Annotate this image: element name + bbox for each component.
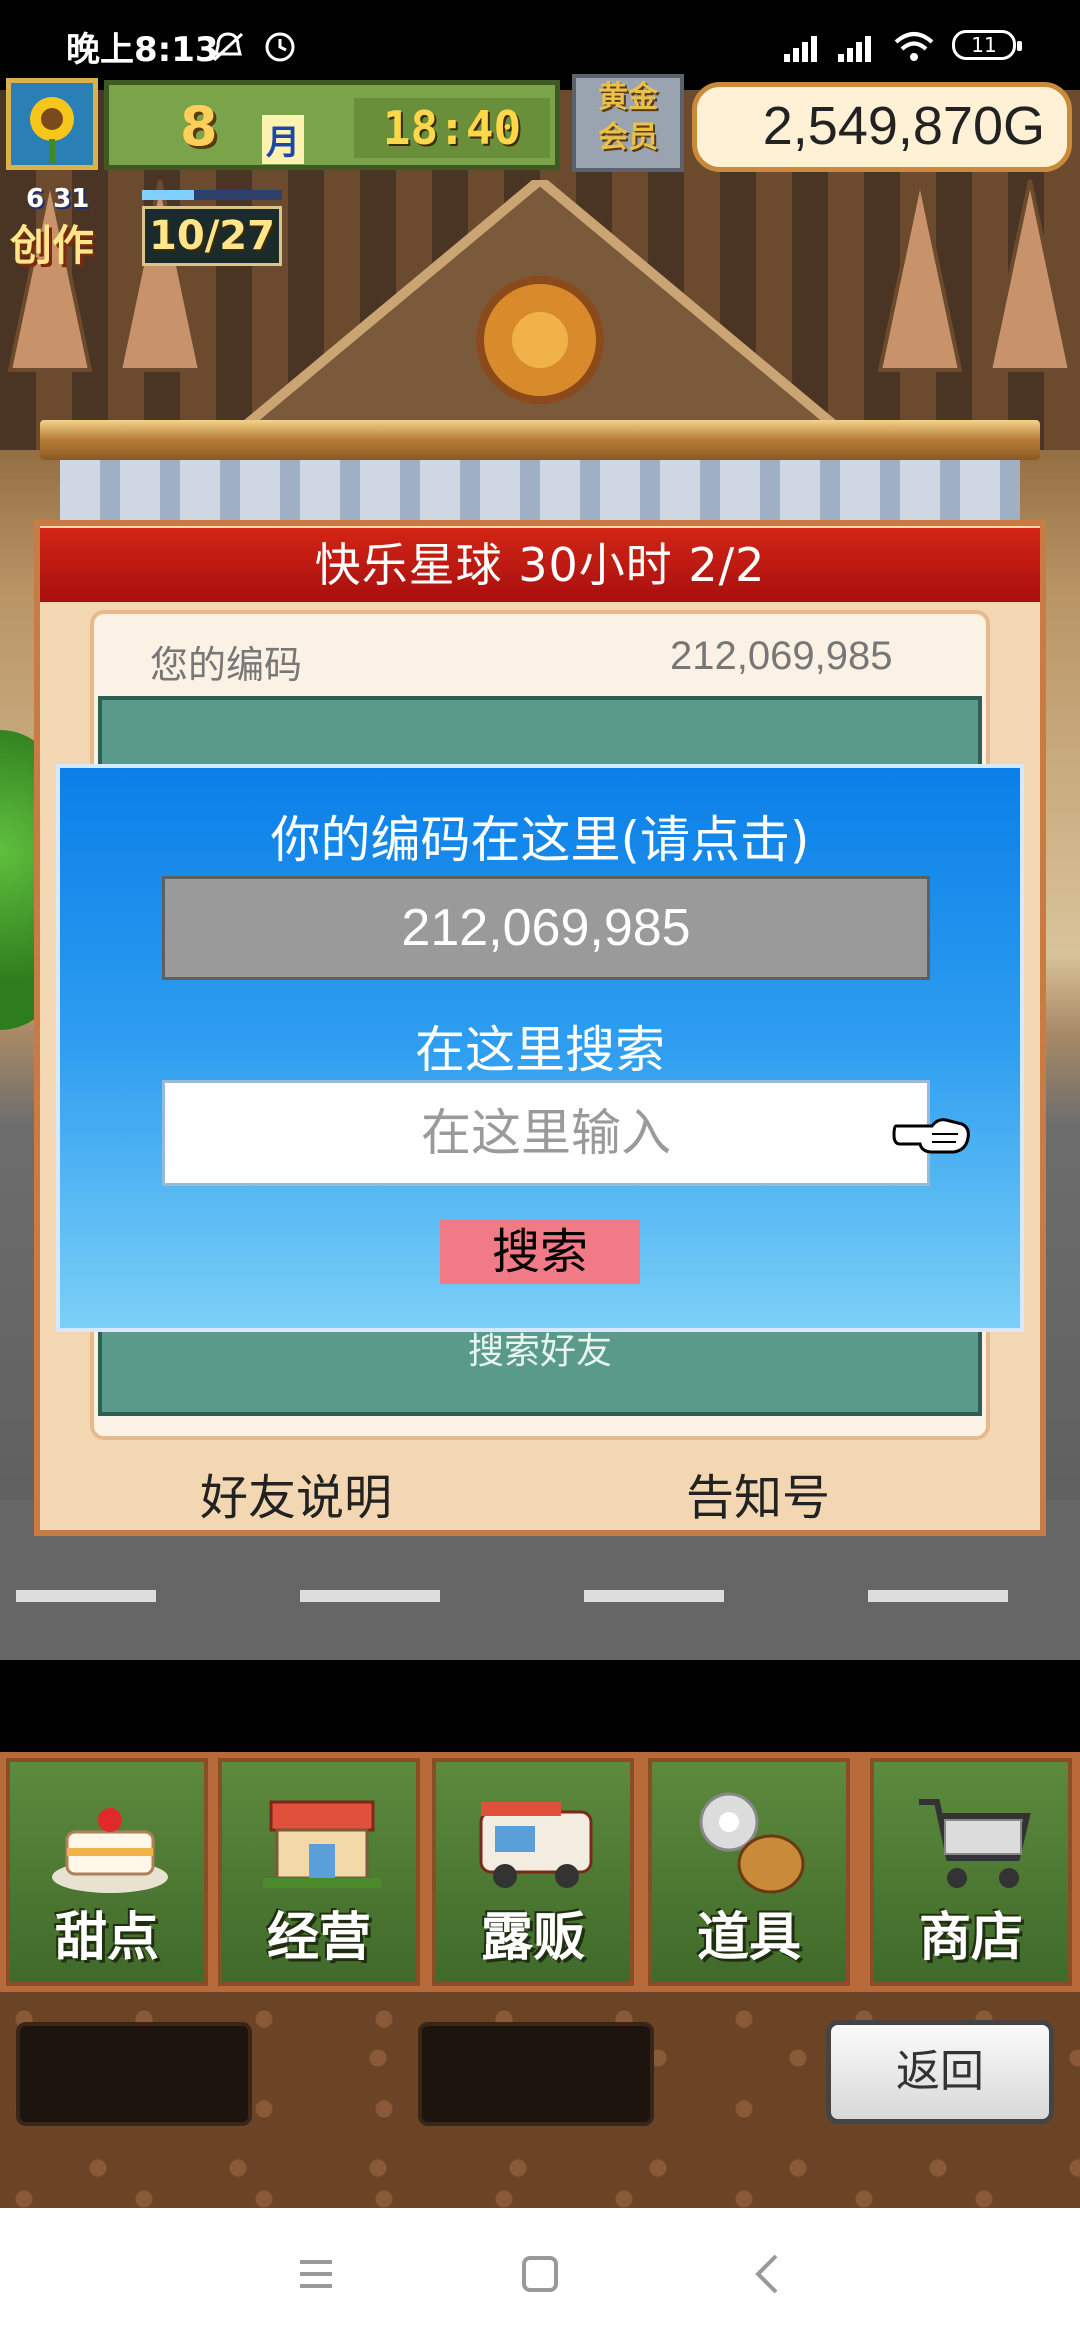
menu-store[interactable]: 商店 [870,1758,1072,1986]
building-beam [40,420,1040,460]
road-line [300,1590,440,1602]
right-towers [877,179,1073,372]
cart-icon [919,1799,1031,1888]
gold-badge-line2: 会员 [598,120,658,155]
menu-icon[interactable] [286,2244,346,2304]
menu-label: 经营 [266,1908,371,1968]
create-progress: 10/27 [142,206,282,266]
road-line [16,1590,156,1602]
items-icon [699,1792,805,1894]
status-time: 晚上8:13 [66,30,219,70]
back-button[interactable]: 返回 [826,2020,1054,2124]
sunflower-avatar[interactable] [6,78,98,170]
create-label[interactable]: 创作 [10,212,94,273]
month-number: 8 [180,95,218,158]
system-nav-bar [0,2208,1080,2340]
search-button[interactable]: 搜索 [440,1220,640,1284]
back-icon[interactable] [738,2244,798,2304]
home-icon[interactable] [510,2244,570,2304]
money-display: 2,549,870G [692,82,1072,172]
menu-label: 道具 [696,1908,801,1968]
empty-slot [16,2022,252,2126]
battery-level: 11 [971,33,997,57]
search-here-label: 在这里搜索 [415,1021,665,1079]
menu-manage[interactable]: 经营 [218,1758,420,1986]
roof-gable [240,180,840,430]
gold-member-badge[interactable]: 黄金 会员 [572,74,684,172]
sunflower-icon [30,97,74,163]
road-line [868,1590,1008,1602]
signal-icon-2 [838,36,871,62]
shop-icon [263,1800,381,1888]
menu-label: 商店 [918,1908,1023,1968]
status-bar: 晚上8:13 11 [0,0,1080,90]
mute-icon [212,32,244,62]
my-code-button[interactable]: 212,069,985 [162,876,930,980]
create-progress-fill [142,190,194,200]
menu-label: 露贩 [480,1908,585,1968]
pointing-hand-icon [892,1118,970,1154]
panel-title: 快乐星球 30小时 2/2 [40,528,1040,602]
empty-slot [418,2022,654,2126]
battery-icon: 11 [952,30,1022,60]
menu-label: 甜点 [54,1908,159,1968]
cake-icon [52,1808,168,1893]
road-line [584,1590,724,1602]
food-truck-icon [479,1802,593,1888]
menu-items[interactable]: 道具 [648,1758,850,1986]
create-date: 6 31 [26,184,90,214]
game-clock: 18:40 [354,98,550,158]
search-input[interactable] [162,1080,930,1186]
your-code-label: 您的编码 [150,643,303,687]
gold-badge-line1: 黄金 [598,80,658,115]
your-code-value: 212,069,985 [670,634,893,678]
notice-button[interactable]: 告知号 [686,1458,830,1528]
popup-title: 你的编码在这里(请点击) [270,811,810,869]
friend-explain-button[interactable]: 好友说明 [200,1458,392,1528]
menu-dessert[interactable]: 甜点 [6,1758,208,1986]
signal-icon-1 [784,36,817,62]
menu-food-truck[interactable]: 露贩 [432,1758,634,1986]
alarm-icon [265,32,295,62]
month-unit: 月 [262,115,304,164]
wifi-icon [894,32,934,61]
